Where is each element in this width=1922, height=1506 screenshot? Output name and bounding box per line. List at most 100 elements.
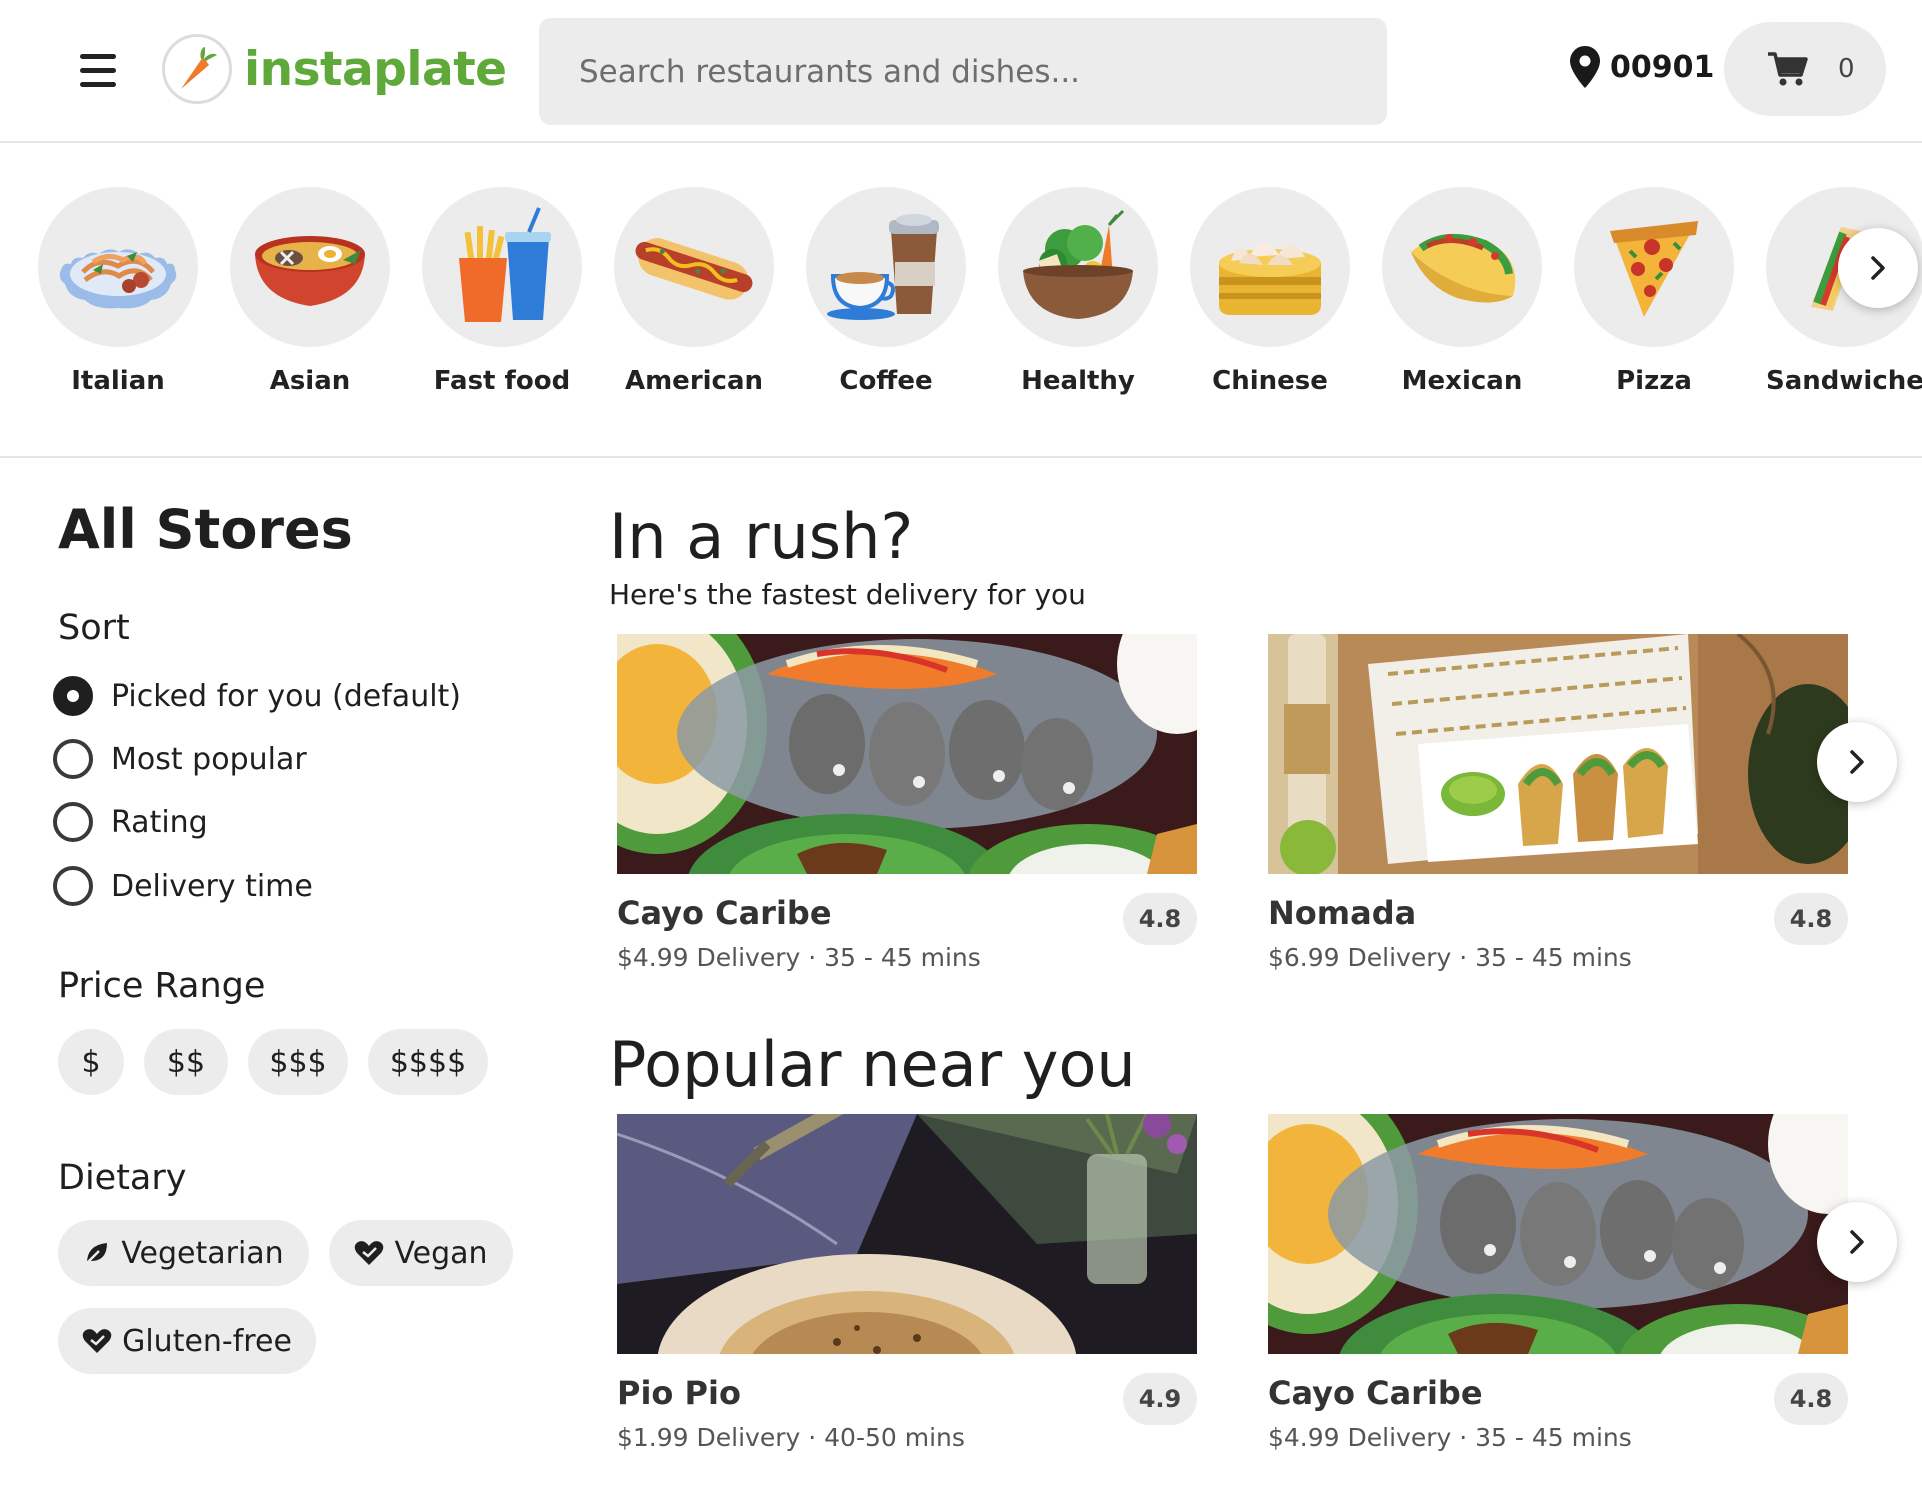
salad-bowl-icon bbox=[998, 187, 1158, 347]
category-healthy[interactable]: Healthy bbox=[998, 187, 1158, 396]
category-coffee[interactable]: Coffee bbox=[806, 187, 966, 396]
category-label: American bbox=[624, 366, 764, 396]
category-chinese[interactable]: Chinese bbox=[1190, 187, 1350, 396]
sort-option-rating[interactable]: Rating bbox=[53, 802, 208, 842]
dietary-filter-gluten-free[interactable]: Gluten-free bbox=[58, 1308, 316, 1374]
sort-option-picked-for-you[interactable]: Picked for you (default) bbox=[53, 676, 461, 716]
category-mexican[interactable]: Mexican bbox=[1382, 187, 1542, 396]
search-bar[interactable] bbox=[539, 18, 1387, 125]
chip-label: Vegan bbox=[394, 1235, 488, 1271]
dietary-filter-vegan[interactable]: Vegan bbox=[329, 1220, 513, 1286]
chevron-right-icon bbox=[1871, 256, 1885, 280]
pizza-slice-icon bbox=[1574, 187, 1734, 347]
restaurant-image bbox=[617, 634, 1197, 874]
category-label: Coffee bbox=[839, 366, 933, 396]
location-zip: 00901 bbox=[1610, 49, 1715, 85]
price-range-heading: Price Range bbox=[58, 966, 266, 1006]
category-carousel: Italian Asian Fast food American Coffee … bbox=[0, 143, 1922, 458]
dietary-heading: Dietary bbox=[58, 1158, 187, 1198]
restaurant-image bbox=[1268, 634, 1848, 874]
sort-option-most-popular[interactable]: Most popular bbox=[53, 739, 307, 779]
category-american[interactable]: American bbox=[614, 187, 774, 396]
taco-icon bbox=[1382, 187, 1542, 347]
delivery-info: $6.99 Delivery · 35 - 45 mins bbox=[1268, 943, 1632, 972]
restaurant-name: Pio Pio bbox=[617, 1374, 741, 1412]
restaurant-name: Cayo Caribe bbox=[617, 894, 832, 932]
coffee-cup-icon bbox=[806, 187, 966, 347]
chevron-right-icon bbox=[1850, 750, 1864, 774]
radio-checked-icon bbox=[53, 676, 93, 716]
sort-option-label: Picked for you (default) bbox=[111, 678, 462, 714]
carrot-logo-icon bbox=[162, 34, 232, 104]
location-selector[interactable]: 00901 bbox=[1570, 46, 1714, 88]
sort-heading: Sort bbox=[58, 608, 130, 648]
radio-unchecked-icon bbox=[53, 866, 93, 906]
sort-option-delivery-time[interactable]: Delivery time bbox=[53, 866, 313, 906]
restaurant-card[interactable]: Pio Pio 4.9 $1.99 Delivery · 40-50 mins bbox=[617, 1114, 1197, 1464]
rush-section-title: In a rush? bbox=[609, 500, 914, 573]
restaurant-image bbox=[1268, 1114, 1848, 1354]
restaurant-name: Cayo Caribe bbox=[1268, 1374, 1483, 1412]
categories-next-button[interactable] bbox=[1838, 228, 1918, 308]
leaf-icon bbox=[86, 1243, 108, 1264]
delivery-info: $4.99 Delivery · 35 - 45 mins bbox=[1268, 1423, 1632, 1452]
rating-badge: 4.8 bbox=[1774, 1373, 1848, 1425]
dietary-filter-vegetarian[interactable]: Vegetarian bbox=[58, 1220, 309, 1286]
rush-next-button[interactable] bbox=[1817, 722, 1897, 802]
dumplings-icon bbox=[1190, 187, 1350, 347]
pasta-icon bbox=[38, 187, 198, 347]
popular-section-title: Popular near you bbox=[609, 1028, 1136, 1101]
hamburger-menu-icon[interactable] bbox=[80, 54, 116, 88]
cart-count: 0 bbox=[1838, 54, 1855, 84]
popular-next-button[interactable] bbox=[1817, 1202, 1897, 1282]
category-label: Asian bbox=[269, 366, 351, 396]
rating-badge: 4.9 bbox=[1123, 1373, 1197, 1425]
radio-unchecked-icon bbox=[53, 802, 93, 842]
sort-option-label: Rating bbox=[111, 804, 208, 840]
heart-icon bbox=[355, 1241, 384, 1265]
price-filter-3[interactable]: $$$ bbox=[248, 1029, 348, 1095]
category-label: Sandwiches bbox=[1766, 366, 1922, 396]
hotdog-icon bbox=[614, 187, 774, 347]
sort-option-label: Delivery time bbox=[111, 868, 313, 904]
category-asian[interactable]: Asian bbox=[230, 187, 390, 396]
heart-icon bbox=[82, 1329, 112, 1353]
category-pizza[interactable]: Pizza bbox=[1574, 187, 1734, 396]
delivery-info: $1.99 Delivery · 40-50 mins bbox=[617, 1423, 965, 1452]
category-label: Pizza bbox=[1616, 366, 1692, 396]
category-label: Italian bbox=[71, 366, 165, 396]
chevron-right-icon bbox=[1850, 1230, 1864, 1254]
logo[interactable]: instaplate bbox=[162, 34, 507, 104]
category-label: Fast food bbox=[433, 366, 571, 396]
restaurant-card[interactable]: Cayo Caribe 4.8 $4.99 Delivery · 35 - 45… bbox=[617, 634, 1197, 984]
rush-section-subtitle: Here's the fastest delivery for you bbox=[609, 578, 1086, 611]
category-italian[interactable]: Italian bbox=[38, 187, 198, 396]
radio-unchecked-icon bbox=[53, 739, 93, 779]
category-label: Mexican bbox=[1401, 366, 1523, 396]
rating-badge: 4.8 bbox=[1774, 893, 1848, 945]
price-filter-4[interactable]: $$$$ bbox=[368, 1029, 488, 1095]
category-fast-food[interactable]: Fast food bbox=[422, 187, 582, 396]
ramen-bowl-icon bbox=[230, 187, 390, 347]
rating-badge: 4.8 bbox=[1123, 893, 1197, 945]
restaurant-card[interactable]: Nomada 4.8 $6.99 Delivery · 35 - 45 mins bbox=[1268, 634, 1848, 984]
chip-label: Vegetarian bbox=[121, 1235, 284, 1271]
price-filter-1[interactable]: $ bbox=[58, 1029, 124, 1095]
restaurant-card[interactable]: Cayo Caribe 4.8 $4.99 Delivery · 35 - 45… bbox=[1268, 1114, 1848, 1464]
restaurant-name: Nomada bbox=[1268, 894, 1417, 932]
category-label: Healthy bbox=[1021, 366, 1135, 396]
chip-label: Gluten-free bbox=[122, 1323, 292, 1359]
logo-text: instaplate bbox=[244, 41, 507, 97]
restaurant-image bbox=[617, 1114, 1197, 1354]
category-label: Chinese bbox=[1212, 366, 1328, 396]
top-header: instaplate 00901 0 bbox=[0, 0, 1922, 143]
search-input[interactable] bbox=[539, 18, 1387, 125]
fries-soda-icon bbox=[422, 187, 582, 347]
page-title: All Stores bbox=[58, 498, 353, 561]
price-filter-2[interactable]: $$ bbox=[144, 1029, 228, 1095]
delivery-info: $4.99 Delivery · 35 - 45 mins bbox=[617, 943, 981, 972]
sort-option-label: Most popular bbox=[111, 741, 307, 777]
map-pin-icon bbox=[1570, 46, 1600, 88]
shopping-cart-icon bbox=[1768, 52, 1808, 86]
cart-button[interactable]: 0 bbox=[1724, 22, 1886, 116]
